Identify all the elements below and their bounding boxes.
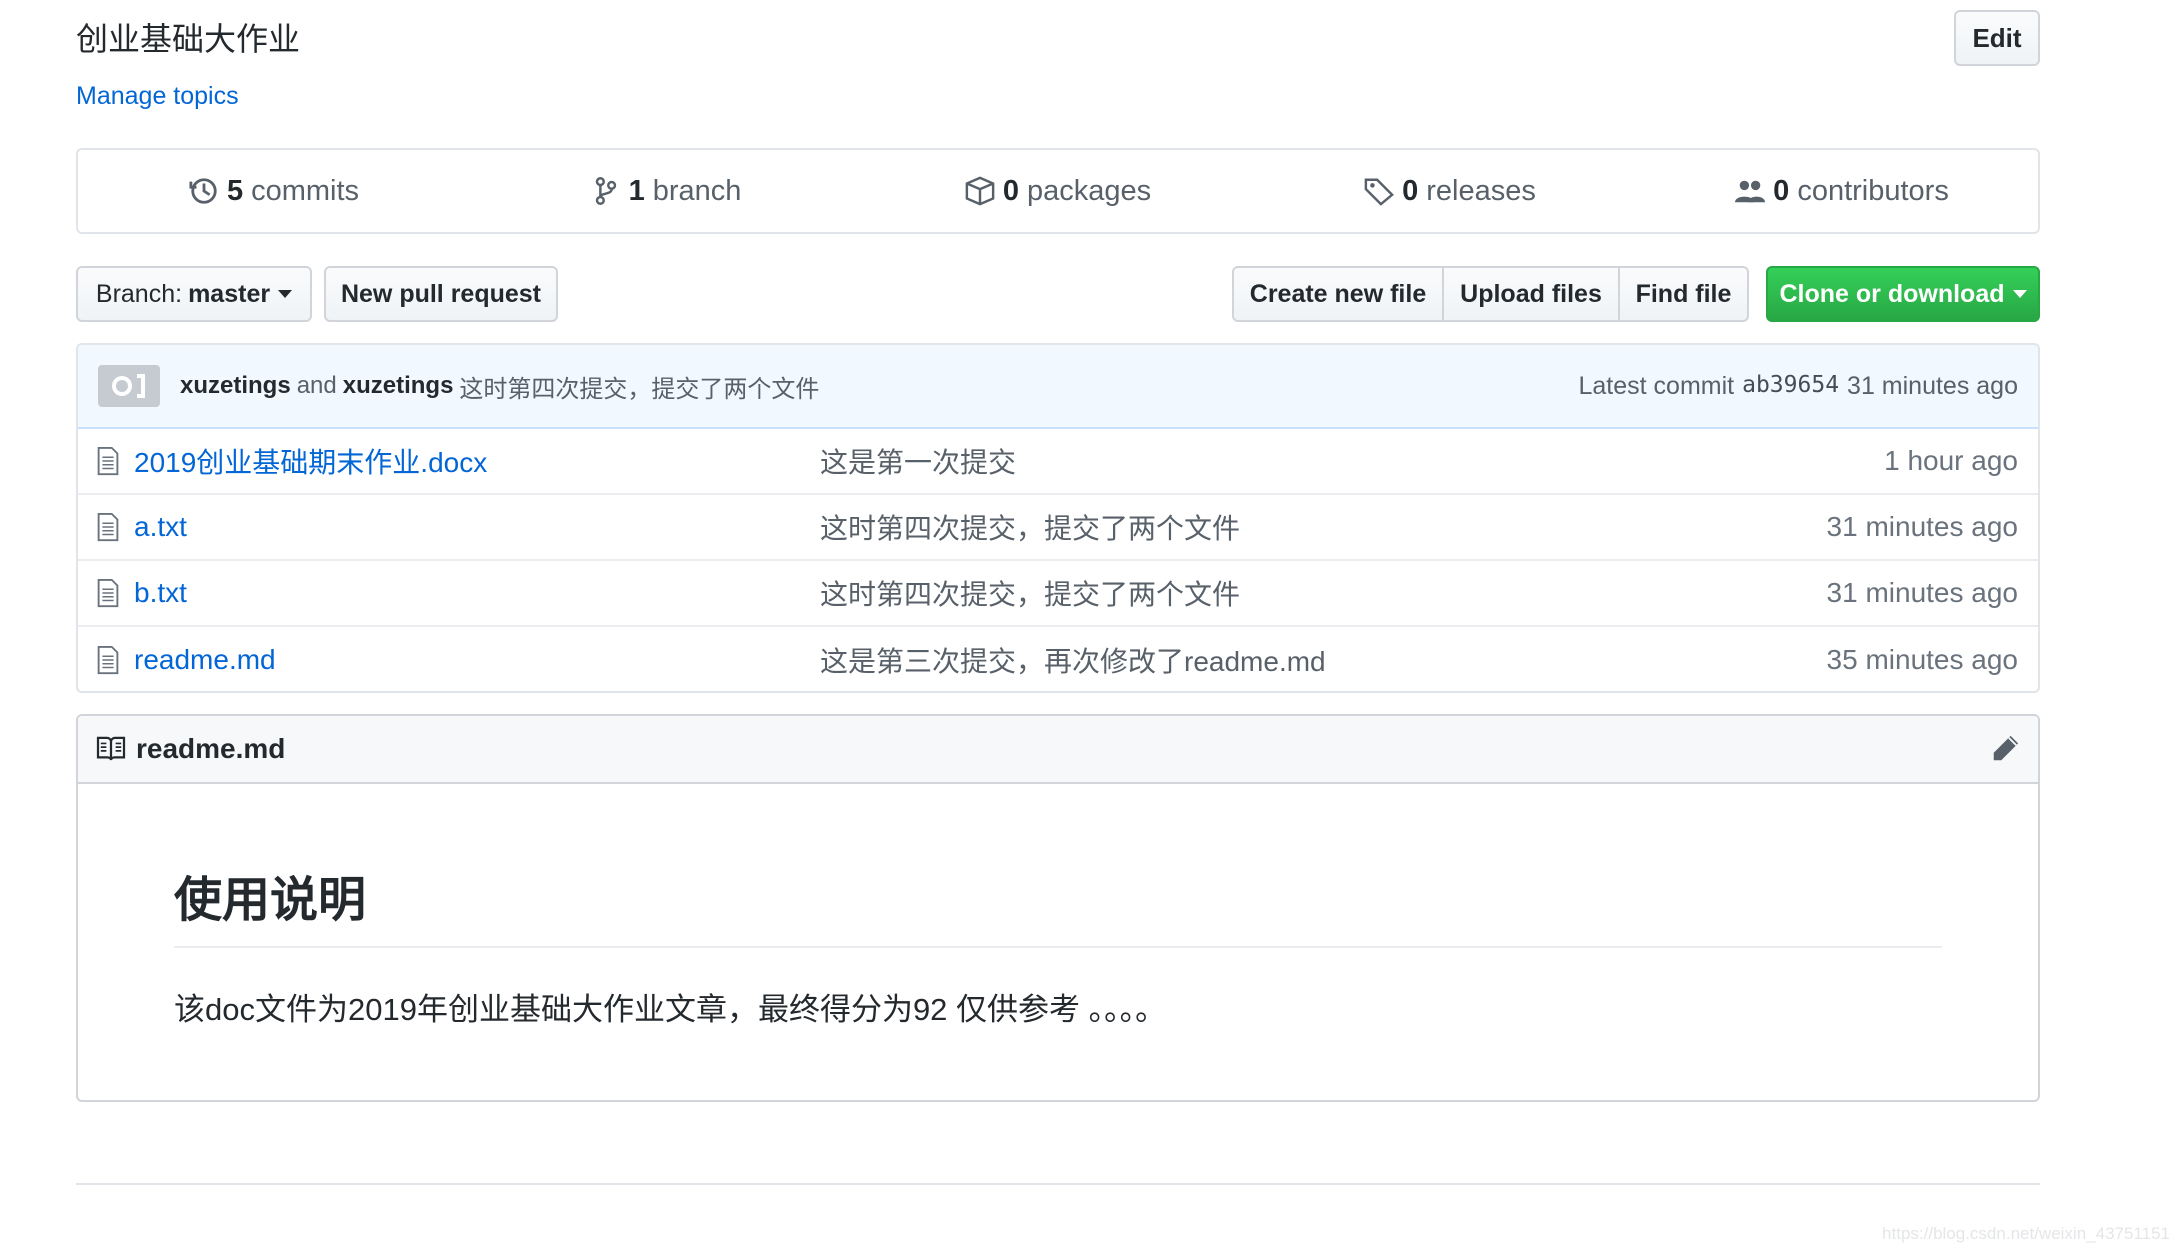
latest-commit-label: Latest commit [1578, 371, 1735, 400]
caret-down-icon [278, 290, 293, 298]
readme-panel: readme.md 使用说明 该doc文件为2019年创业基础大作业文章，最终得… [76, 714, 2040, 1102]
packages-label: packages [1026, 174, 1152, 207]
branch-prefix: Branch: [95, 279, 183, 308]
latest-commit-bar: xuzetings and xuzetings 这时第四次提交，提交了两个文件 … [78, 345, 2038, 429]
readme-header: readme.md [78, 716, 2038, 784]
releases-link[interactable]: 0 releases [1254, 175, 1646, 208]
file-icon [97, 512, 119, 542]
pencil-icon[interactable] [1990, 734, 2020, 764]
edit-button[interactable]: Edit [1954, 10, 2040, 66]
repo-description: 创业基础大作业 [76, 21, 301, 57]
upload-files-button[interactable]: Upload files [1442, 266, 1620, 322]
book-icon [96, 736, 126, 761]
commits-label: commits [251, 174, 360, 207]
find-file-button[interactable]: Find file [1618, 266, 1749, 322]
divider [76, 1183, 2040, 1185]
octocat-avatar-icon [112, 374, 145, 398]
manage-topics-link[interactable]: Manage topics [76, 82, 239, 111]
file-age: 35 minutes ago [1826, 644, 2018, 675]
commits-count: 5 [226, 174, 244, 207]
branch-icon [595, 177, 616, 205]
file-icon [97, 645, 119, 675]
releases-count: 0 [1402, 174, 1419, 207]
file-table: xuzetings and xuzetings 这时第四次提交，提交了两个文件 … [76, 343, 2040, 693]
table-row: b.txt 这时第四次提交，提交了两个文件 31 minutes ago [78, 561, 2038, 627]
file-commit-message[interactable]: 这是第三次提交，再次修改了readme.md [820, 640, 1827, 680]
readme-filename: readme.md [136, 733, 286, 764]
file-name-link[interactable]: readme.md [134, 644, 820, 676]
watermark-text: https://blog.csdn.net/weixin_43751151 [1882, 1224, 2170, 1243]
table-row: readme.md 这是第三次提交，再次修改了readme.md 35 minu… [78, 627, 2038, 691]
commits-link[interactable]: 5 commits [78, 175, 470, 208]
file-actions-group: Create new file Upload files Find file [1232, 266, 1749, 322]
caret-down-icon [2012, 290, 2027, 298]
tag-icon [1364, 178, 1395, 206]
file-name-link[interactable]: b.txt [134, 577, 820, 609]
readme-paragraph: 该doc文件为2019年创业基础大作业文章，最终得分为92 仅供参考 。。。。 [174, 992, 1167, 1027]
people-icon [1735, 180, 1766, 203]
file-commit-message[interactable]: 这是第一次提交 [820, 441, 1884, 481]
branch-name: master [188, 279, 271, 308]
readme-heading: 使用说明 [174, 860, 1942, 948]
releases-label: releases [1426, 174, 1536, 207]
branch-select-button[interactable]: Branch: master [76, 266, 312, 322]
file-icon [97, 446, 119, 476]
file-commit-message[interactable]: 这时第四次提交，提交了两个文件 [820, 507, 1827, 547]
contributors-label: contributors [1797, 174, 1949, 207]
table-row: 2019创业基础期末作业.docx 这是第一次提交 1 hour ago [78, 429, 2038, 495]
create-new-file-button[interactable]: Create new file [1232, 266, 1444, 322]
commit-and: and [296, 372, 337, 399]
commit-author-2[interactable]: xuzetings [343, 372, 454, 400]
package-icon [965, 176, 995, 206]
contributors-count: 0 [1773, 174, 1790, 207]
file-icon [97, 578, 119, 608]
history-icon [189, 178, 217, 204]
commit-author-1[interactable]: xuzetings [180, 372, 291, 400]
clone-label: Clone or download [1779, 279, 2005, 308]
new-pull-request-button[interactable]: New pull request [324, 266, 558, 322]
file-name-link[interactable]: a.txt [134, 511, 820, 543]
table-row: a.txt 这时第四次提交，提交了两个文件 31 minutes ago [78, 495, 2038, 561]
file-commit-message[interactable]: 这时第四次提交，提交了两个文件 [820, 573, 1827, 613]
file-age: 1 hour ago [1884, 445, 2018, 476]
repo-summary-bar: 5 commits 1 branch 0 packages 0 releases… [76, 148, 2040, 234]
branch-count: 1 [628, 174, 645, 207]
file-name-link[interactable]: 2019创业基础期末作业.docx [134, 441, 820, 481]
branch-label: branch [652, 174, 742, 207]
packages-link[interactable]: 0 packages [862, 175, 1254, 208]
contributors-link[interactable]: 0 contributors [1646, 175, 2038, 208]
branches-link[interactable]: 1 branch [470, 175, 862, 208]
readme-content: 使用说明 该doc文件为2019年创业基础大作业文章，最终得分为92 仅供参考 … [78, 784, 2038, 1029]
commit-sha[interactable]: ab39654 [1742, 372, 1839, 401]
commit-message[interactable]: 这时第四次提交，提交了两个文件 [459, 369, 819, 404]
avatar[interactable] [98, 365, 160, 407]
packages-count: 0 [1002, 174, 1019, 207]
clone-or-download-button[interactable]: Clone or download [1766, 266, 2040, 322]
commit-age: 31 minutes ago [1847, 371, 2018, 400]
file-age: 31 minutes ago [1826, 577, 2018, 608]
file-age: 31 minutes ago [1826, 511, 2018, 542]
